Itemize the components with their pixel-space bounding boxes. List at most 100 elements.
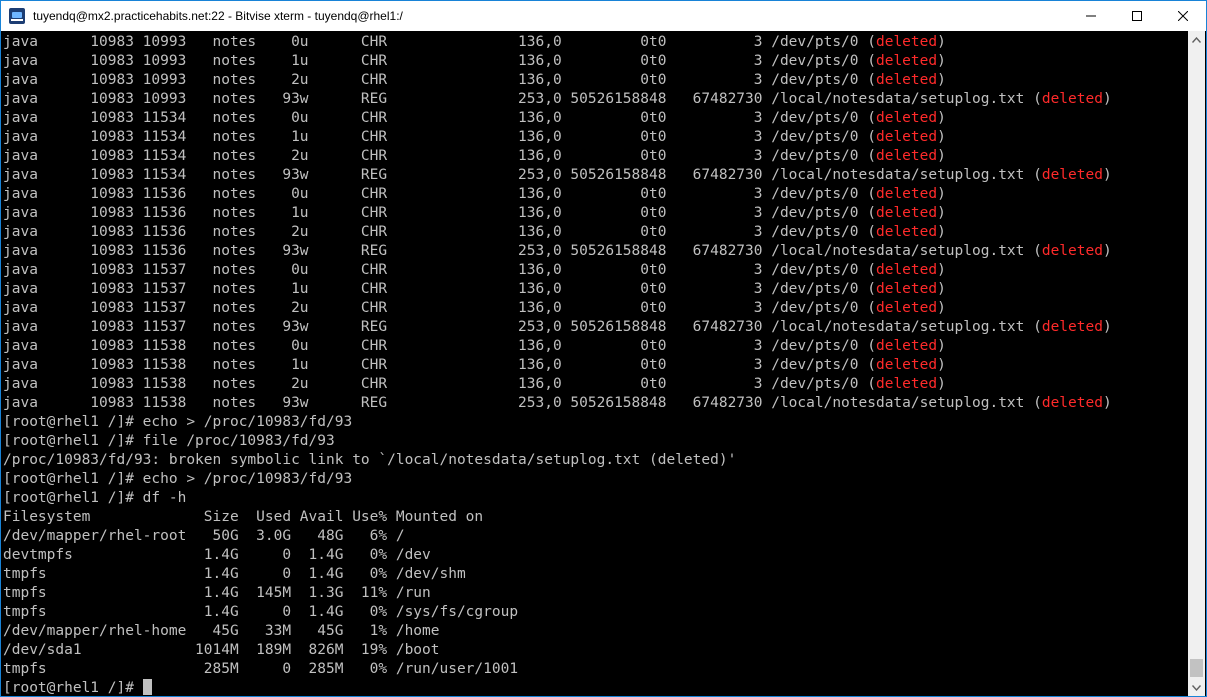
terminal-line: Filesystem Size Used Avail Use% Mounted … [3,509,484,525]
deleted-flag: deleted [875,110,938,126]
lsof-row-close: ) [937,34,946,50]
terminal-line: [root@rhel1 /]# echo > /proc/10983/fd/93 [3,471,353,487]
terminal-line: /proc/10983/fd/93: broken symbolic link … [3,452,737,468]
lsof-row-text: java 10983 11538 notes 1u CHR 136,0 0t0 … [3,357,876,373]
deleted-flag: deleted [1041,395,1103,411]
deleted-flag: deleted [875,148,938,164]
lsof-row-text: java 10983 11534 notes 1u CHR 136,0 0t0 … [3,129,876,145]
deleted-flag: deleted [875,300,938,316]
lsof-row-text: java 10983 11538 notes 2u CHR 136,0 0t0 … [3,376,876,392]
scroll-down-button[interactable] [1188,679,1205,696]
lsof-row-text: java 10983 11538 notes 93w REG 253,0 505… [3,395,1042,411]
deleted-flag: deleted [875,34,938,50]
lsof-row-close: ) [937,376,946,392]
lsof-row-close: ) [937,224,946,240]
deleted-flag: deleted [1041,319,1103,335]
terminal-line: /dev/mapper/rhel-root 50G 3.0G 48G 6% / [3,528,405,544]
lsof-row: java 10983 10993 notes 0u CHR 136,0 0t0 … [3,33,1112,52]
text-cursor [142,679,152,695]
maximize-button[interactable] [1114,1,1160,31]
lsof-row: java 10983 11534 notes 93w REG 253,0 505… [3,166,1112,185]
deleted-flag: deleted [1041,243,1103,259]
terminal-line: tmpfs 1.4G 0 1.4G 0% /dev/shm [3,566,466,582]
lsof-row-close: ) [937,262,946,278]
scrollbar-thumb[interactable] [1190,659,1203,677]
deleted-flag: deleted [875,129,938,145]
lsof-row-close: ) [937,110,946,126]
terminal-output-area[interactable]: java 10983 10993 notes 0u CHR 136,0 0t0 … [2,31,1190,696]
lsof-row-close: ) [1102,167,1112,183]
terminal-lines: java 10983 10993 notes 0u CHR 136,0 0t0 … [3,33,1112,696]
lsof-row-text: java 10983 10993 notes 2u CHR 136,0 0t0 … [3,72,876,88]
prompt-line[interactable]: [root@rhel1 /]# [3,679,1112,696]
lsof-row: java 10983 11536 notes 93w REG 253,0 505… [3,242,1112,261]
lsof-row-text: java 10983 11536 notes 93w REG 253,0 505… [3,243,1042,259]
close-button[interactable] [1160,1,1206,31]
scroll-up-arrow-icon [1192,36,1201,43]
title-bar[interactable]: tuyendq@mx2.practicehabits.net:22 - Bitv… [1,1,1206,31]
lsof-row-text: java 10983 11534 notes 2u CHR 136,0 0t0 … [3,148,876,164]
lsof-row-text: java 10983 11537 notes 1u CHR 136,0 0t0 … [3,281,876,297]
lsof-row-text: java 10983 11537 notes 2u CHR 136,0 0t0 … [3,300,876,316]
terminal-line: /dev/sda1 1014M 189M 826M 19% /boot [3,642,440,658]
terminal-line: tmpfs 1.4G 0 1.4G 0% /sys/fs/cgroup [3,604,519,620]
lsof-row: java 10983 11534 notes 2u CHR 136,0 0t0 … [3,147,1112,166]
deleted-flag: deleted [875,186,938,202]
deleted-flag: deleted [875,262,938,278]
lsof-row-close: ) [1102,319,1112,335]
deleted-flag: deleted [875,205,938,221]
lsof-row-close: ) [1102,243,1112,259]
terminal-line: [root@rhel1 /]# file /proc/10983/fd/93 [3,433,335,449]
lsof-row-text: java 10983 10993 notes 1u CHR 136,0 0t0 … [3,53,876,69]
lsof-row: java 10983 11538 notes 1u CHR 136,0 0t0 … [3,356,1112,375]
deleted-flag: deleted [875,338,938,354]
lsof-row-text: java 10983 11534 notes 93w REG 253,0 505… [3,167,1042,183]
shell-prompt: [root@rhel1 /]# [3,680,143,696]
lsof-row: java 10983 11536 notes 1u CHR 136,0 0t0 … [3,204,1112,223]
deleted-flag: deleted [875,357,938,373]
lsof-row-text: java 10983 11537 notes 0u CHR 136,0 0t0 … [3,262,876,278]
minimize-icon [1086,15,1096,17]
window-title: tuyendq@mx2.practicehabits.net:22 - Bitv… [33,9,403,23]
lsof-row-text: java 10983 11536 notes 2u CHR 136,0 0t0 … [3,224,876,240]
terminal-line: devtmpfs 1.4G 0 1.4G 0% /dev [3,547,431,563]
terminal-window: tuyendq@mx2.practicehabits.net:22 - Bitv… [0,0,1207,697]
lsof-row: java 10983 11536 notes 0u CHR 136,0 0t0 … [3,185,1112,204]
lsof-row-close: ) [937,357,946,373]
lsof-row-close: ) [937,129,946,145]
bitvise-terminal-icon[interactable] [9,8,25,24]
deleted-flag: deleted [875,281,938,297]
scroll-up-button[interactable] [1188,31,1205,48]
deleted-flag: deleted [1041,91,1103,107]
lsof-row-text: java 10983 10993 notes 0u CHR 136,0 0t0 … [3,34,876,50]
vertical-scrollbar[interactable] [1188,31,1205,696]
lsof-row: java 10983 11537 notes 93w REG 253,0 505… [3,318,1112,337]
lsof-row: java 10983 10993 notes 1u CHR 136,0 0t0 … [3,52,1112,71]
lsof-row-text: java 10983 11536 notes 1u CHR 136,0 0t0 … [3,205,876,221]
lsof-row: java 10983 10993 notes 93w REG 253,0 505… [3,90,1112,109]
minimize-button[interactable] [1068,1,1114,31]
lsof-row: java 10983 11537 notes 1u CHR 136,0 0t0 … [3,280,1112,299]
lsof-row-close: ) [1102,395,1112,411]
lsof-row-close: ) [1102,91,1112,107]
maximize-icon [1132,11,1142,21]
lsof-row: java 10983 11538 notes 2u CHR 136,0 0t0 … [3,375,1112,394]
lsof-row-close: ) [937,205,946,221]
lsof-row: java 10983 11536 notes 2u CHR 136,0 0t0 … [3,223,1112,242]
deleted-flag: deleted [1041,167,1103,183]
lsof-row: java 10983 11538 notes 0u CHR 136,0 0t0 … [3,337,1112,356]
terminal-line: tmpfs 285M 0 285M 0% /run/user/1001 [3,661,519,677]
lsof-row: java 10983 11534 notes 0u CHR 136,0 0t0 … [3,109,1112,128]
terminal-line: [root@rhel1 /]# df -h [3,490,187,506]
lsof-row-close: ) [937,186,946,202]
deleted-flag: deleted [875,72,938,88]
lsof-row-close: ) [937,338,946,354]
lsof-row-text: java 10983 11536 notes 0u CHR 136,0 0t0 … [3,186,876,202]
deleted-flag: deleted [875,53,938,69]
deleted-flag: deleted [875,376,938,392]
close-icon [1178,11,1188,21]
lsof-row: java 10983 10993 notes 2u CHR 136,0 0t0 … [3,71,1112,90]
terminal-line: /dev/mapper/rhel-home 45G 33M 45G 1% /ho… [3,623,440,639]
lsof-row-text: java 10983 11538 notes 0u CHR 136,0 0t0 … [3,338,876,354]
lsof-row-close: ) [937,72,946,88]
